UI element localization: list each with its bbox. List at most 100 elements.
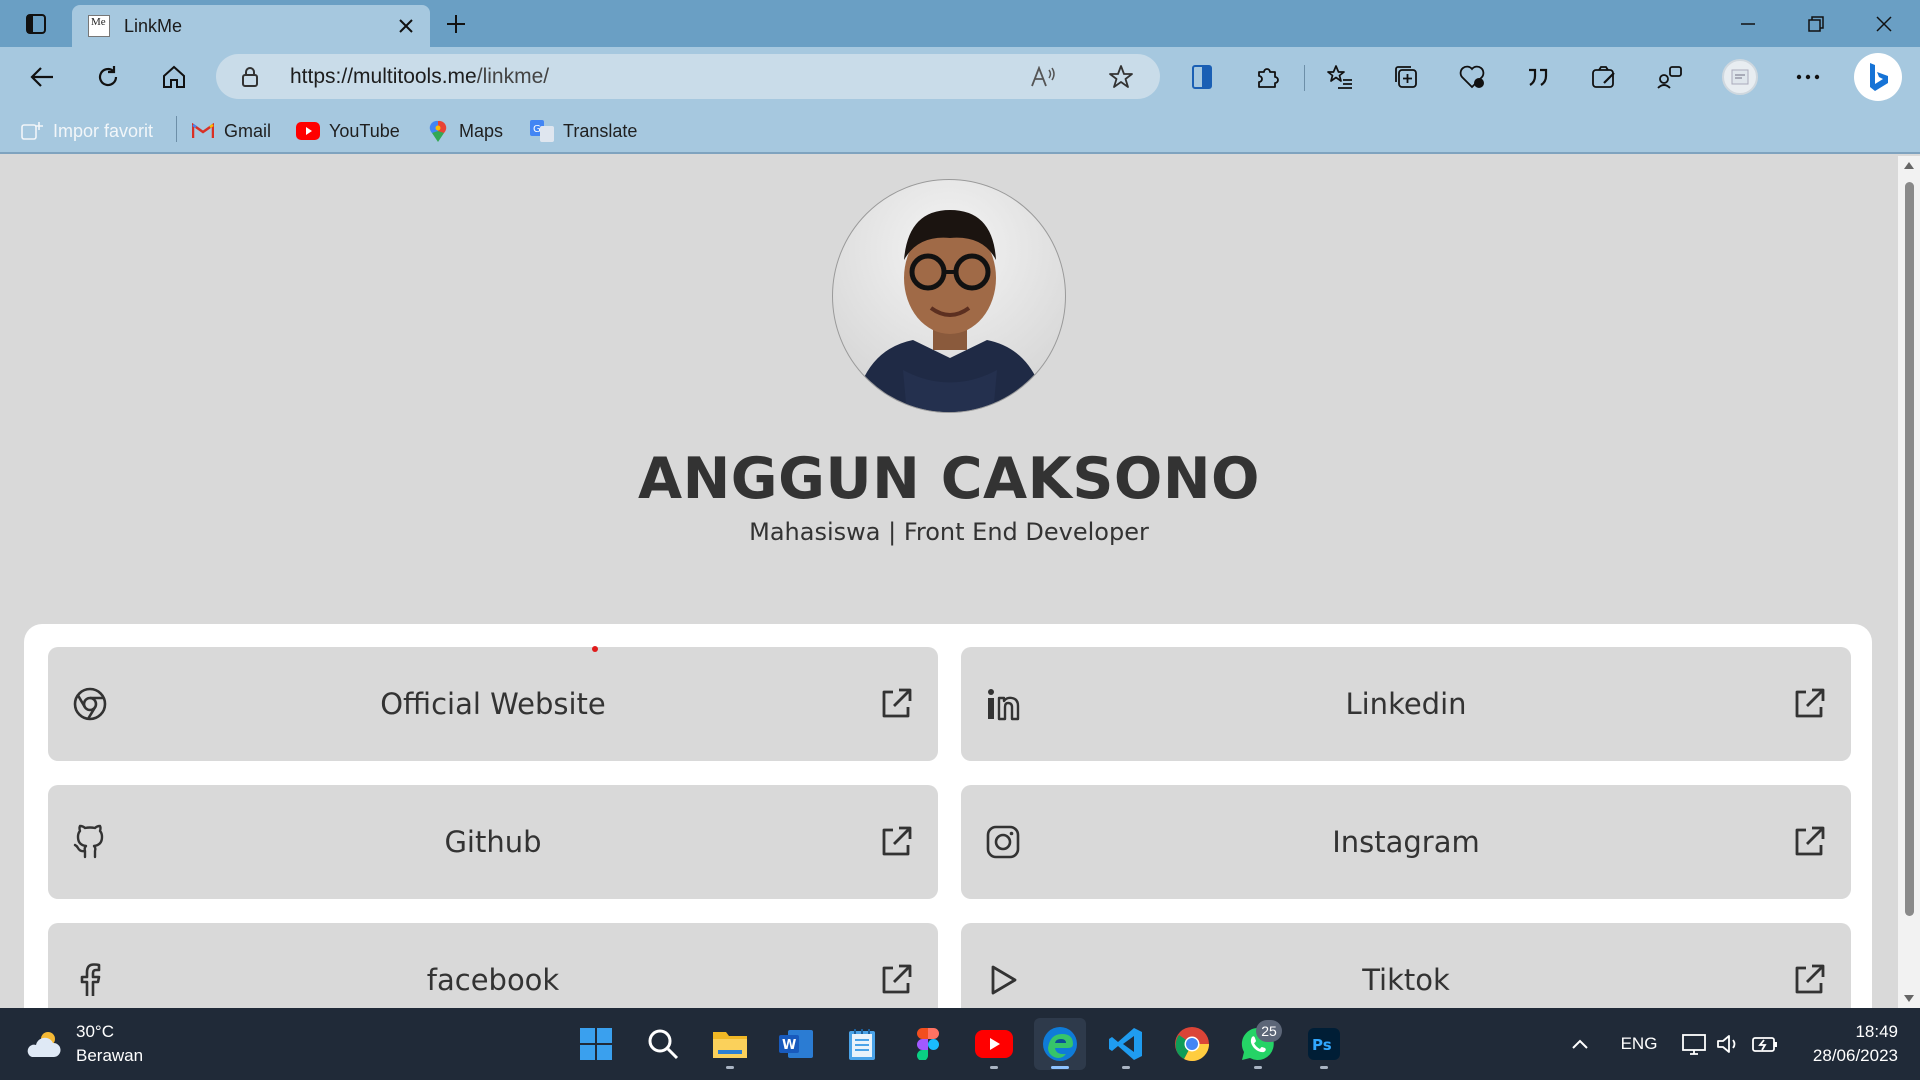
search-icon <box>648 1029 679 1060</box>
link-label: Linkedin <box>1345 687 1467 721</box>
close-icon <box>399 19 413 33</box>
external-link-icon <box>882 688 912 718</box>
scroll-up-arrow-icon[interactable] <box>1903 160 1915 170</box>
browser-essentials-button[interactable] <box>1452 57 1492 97</box>
link-instagram[interactable]: Instagram <box>961 785 1851 899</box>
bookmark-import-favorites[interactable]: Impor favorit <box>20 118 153 144</box>
vscode-icon <box>1109 1028 1142 1060</box>
windows-taskbar: 30°C Berawan W 25 Ps ENG 18:49 28/06/202… <box>0 1008 1920 1080</box>
restore-button[interactable] <box>1782 0 1850 47</box>
youtube-icon <box>296 121 320 141</box>
lock-icon <box>242 67 258 87</box>
quotes-button[interactable] <box>1518 57 1558 97</box>
link-label: Official Website <box>380 687 606 721</box>
svg-text:W: W <box>782 1038 796 1053</box>
language-indicator[interactable]: ENG <box>1614 1030 1664 1058</box>
more-dots-icon <box>1796 74 1820 80</box>
read-aloud-icon <box>1031 66 1055 87</box>
screenshot-button[interactable] <box>1584 57 1624 97</box>
read-aloud-button[interactable] <box>1028 62 1058 92</box>
running-indicator <box>1122 1066 1130 1069</box>
taskbar-whatsapp[interactable]: 25 <box>1232 1018 1284 1070</box>
running-indicator <box>1051 1066 1069 1069</box>
link-linkedin[interactable]: Linkedin <box>961 647 1851 761</box>
link-tiktok[interactable]: Tiktok <box>961 923 1851 1008</box>
address-bar[interactable]: https://multitools.me/linkme/ <box>216 54 1160 99</box>
bookmark-maps[interactable]: Maps <box>426 118 503 144</box>
taskbar-youtube[interactable] <box>968 1018 1020 1070</box>
taskbar-notepad[interactable] <box>836 1018 888 1070</box>
close-icon <box>1876 15 1892 32</box>
bookmark-gmail[interactable]: Gmail <box>191 118 271 144</box>
home-button[interactable] <box>154 57 194 97</box>
taskbar-vscode[interactable] <box>1100 1018 1152 1070</box>
tab-actions-button[interactable] <box>18 8 54 40</box>
gmail-icon <box>191 121 215 141</box>
battery-icon[interactable] <box>1750 1030 1780 1058</box>
collections-button[interactable] <box>1386 57 1426 97</box>
new-tab-button[interactable] <box>438 8 474 40</box>
favorites-list-icon <box>1327 65 1352 89</box>
search-button[interactable] <box>637 1018 689 1070</box>
extensions-button[interactable] <box>1248 57 1288 97</box>
refresh-button[interactable] <box>88 57 128 97</box>
scroll-down-arrow-icon[interactable] <box>1903 994 1915 1004</box>
close-window-button[interactable] <box>1850 0 1918 47</box>
taskbar-word[interactable]: W <box>770 1018 822 1070</box>
folder-icon <box>713 1032 747 1058</box>
page-scrollbar[interactable] <box>1898 156 1920 1008</box>
show-hidden-icons-button[interactable] <box>1568 1030 1592 1058</box>
split-screen-button[interactable] <box>1182 57 1222 97</box>
minimize-button[interactable] <box>1714 0 1782 47</box>
profile-name: ANGGUN CAKSONO <box>637 446 1260 512</box>
minimize-icon <box>1741 22 1755 25</box>
link-github[interactable]: Github <box>48 785 938 899</box>
tab-actions-icon <box>26 14 46 34</box>
back-button[interactable] <box>22 57 62 97</box>
taskbar-figma[interactable] <box>902 1018 954 1070</box>
browser-tab[interactable]: Me LinkMe <box>72 5 430 47</box>
taskbar-file-explorer[interactable] <box>704 1018 756 1070</box>
chrome-icon <box>1175 1027 1209 1061</box>
home-icon <box>163 65 185 88</box>
weather-widget[interactable]: 30°C Berawan <box>24 1020 143 1068</box>
bookmark-youtube[interactable]: YouTube <box>296 118 400 144</box>
puzzle-icon <box>1258 68 1279 88</box>
collections-icon <box>1395 66 1417 88</box>
link-official-website[interactable]: Official Website <box>48 647 938 761</box>
scrollbar-thumb[interactable] <box>1905 182 1914 916</box>
network-icon[interactable] <box>1680 1030 1708 1058</box>
favorite-star-button[interactable] <box>1106 62 1136 92</box>
start-button[interactable] <box>570 1018 622 1070</box>
bookmarks-bar: Impor favorit Gmail YouTube Maps G Trans… <box>0 106 1920 154</box>
title-bar: Me LinkMe <box>0 0 1920 47</box>
cursor-dot <box>592 646 598 652</box>
windows-logo-icon <box>580 1028 612 1060</box>
star-icon <box>1109 65 1133 88</box>
more-menu-button[interactable] <box>1788 57 1828 97</box>
translate-icon: G <box>530 120 554 142</box>
profile-avatar-button[interactable] <box>1722 59 1758 95</box>
bing-copilot-button[interactable] <box>1854 53 1902 101</box>
taskbar-chrome[interactable] <box>1166 1018 1218 1070</box>
taskbar-photoshop[interactable]: Ps <box>1298 1018 1350 1070</box>
split-screen-icon <box>1192 65 1212 89</box>
system-clock[interactable]: 18:49 28/06/2023 <box>1813 1020 1898 1068</box>
tab-close-button[interactable] <box>394 14 418 38</box>
bookmark-translate[interactable]: G Translate <box>530 118 637 144</box>
running-indicator <box>1320 1066 1328 1069</box>
photoshop-icon: Ps <box>1308 1028 1340 1060</box>
page-viewport: ANGGUN CAKSONO Mahasiswa | Front End Dev… <box>0 156 1898 1008</box>
volume-icon[interactable] <box>1714 1030 1742 1058</box>
favorites-button[interactable] <box>1320 57 1360 97</box>
taskbar-edge[interactable] <box>1034 1018 1086 1070</box>
url-text[interactable]: https://multitools.me/linkme/ <box>290 54 549 99</box>
cloud-sun-icon <box>27 1032 61 1057</box>
svg-text:Ps: Ps <box>1312 1036 1332 1054</box>
link-facebook[interactable]: facebook <box>48 923 938 1008</box>
figma-icon <box>917 1028 939 1060</box>
link-label: Tiktok <box>1362 963 1450 997</box>
performance-button[interactable] <box>1650 57 1690 97</box>
tab-title: LinkMe <box>124 15 183 36</box>
profile-avatar-icon <box>1731 69 1749 85</box>
